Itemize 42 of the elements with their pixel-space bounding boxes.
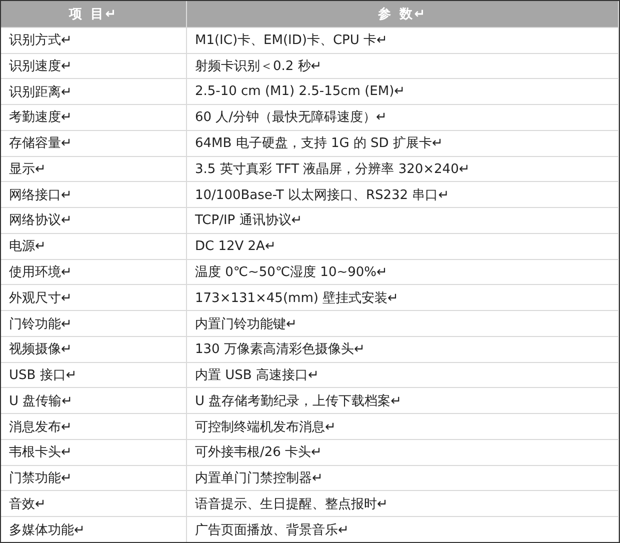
table-cell: 电源↵: [1, 232, 187, 259]
table-cell: 10/100Base-T 以太网接口、RS232 串口↵: [187, 181, 619, 208]
table-cell: 60 人/分钟（最快无障碍速度）↵: [187, 104, 619, 130]
table-cell: 门铃功能↵: [1, 310, 187, 336]
table-cell: 音效↵: [1, 490, 187, 516]
table-cell: 2.5-10 cm (M1) 2.5-15cm (EM)↵: [187, 78, 619, 104]
table-cell: 消息发布↵: [1, 413, 187, 439]
column-header: 项 目↵: [1, 1, 187, 27]
table-cell: U 盘存储考勤纪录，上传下载档案↵: [187, 387, 619, 414]
table-cell: 韦根卡头↵: [1, 438, 187, 465]
table-cell: 门禁功能↵: [1, 464, 187, 490]
table-cell: USB 接口↵: [1, 362, 187, 388]
table-cell: 识别距离↵: [1, 78, 187, 104]
table-cell: DC 12V 2A↵: [187, 232, 619, 259]
table-cell: TCP/IP 通讯协议↵: [187, 207, 619, 233]
table-cell: 网络协议↵: [1, 207, 187, 233]
table-cell: 3.5 英寸真彩 TFT 液晶屏，分辨率 320×240↵: [187, 156, 619, 182]
table-cell: 多媒体功能↵: [1, 516, 187, 542]
table-cell: 温度 0℃~50℃湿度 10~90%↵: [187, 258, 619, 284]
table-cell: 64MB 电子硬盘，支持 1G 的 SD 扩展卡↵: [187, 130, 619, 156]
table-cell: 网络接口↵: [1, 181, 187, 208]
table-cell: 显示↵: [1, 156, 187, 182]
table-cell: 内置单门门禁控制器↵: [187, 464, 619, 490]
table-cell: 视频摄像↵: [1, 336, 187, 362]
table-cell: 可控制终端机发布消息↵: [187, 413, 619, 439]
table-cell: 存储容量↵: [1, 130, 187, 156]
table-cell: 射频卡识别＜0.2 秒↵: [187, 52, 619, 78]
table-cell: 语音提示、生日提醒、整点报时↵: [187, 490, 619, 516]
table-cell: M1(IC)卡、EM(ID)卡、CPU 卡↵: [187, 26, 619, 53]
table-cell: 使用环境↵: [1, 258, 187, 284]
column-header: 参 数↵: [187, 1, 619, 27]
table-cell: 识别方式↵: [1, 26, 187, 53]
table-cell: 外观尺寸↵: [1, 284, 187, 310]
table-cell: 广告页面播放、背景音乐↵: [187, 516, 619, 542]
table-cell: U 盘传输↵: [1, 387, 187, 414]
table-cell: 考勤速度↵: [1, 104, 187, 130]
table-cell: 173×131×45(mm) 壁挂式安装↵: [187, 284, 619, 310]
table-cell: 内置门铃功能键↵: [187, 310, 619, 336]
table-cell: 130 万像素高清彩色摄像头↵: [187, 336, 619, 362]
table-cell: 内置 USB 高速接口↵: [187, 362, 619, 388]
table-cell: 识别速度↵: [1, 52, 187, 78]
table-cell: 可外接韦根/26 卡头↵: [187, 438, 619, 465]
